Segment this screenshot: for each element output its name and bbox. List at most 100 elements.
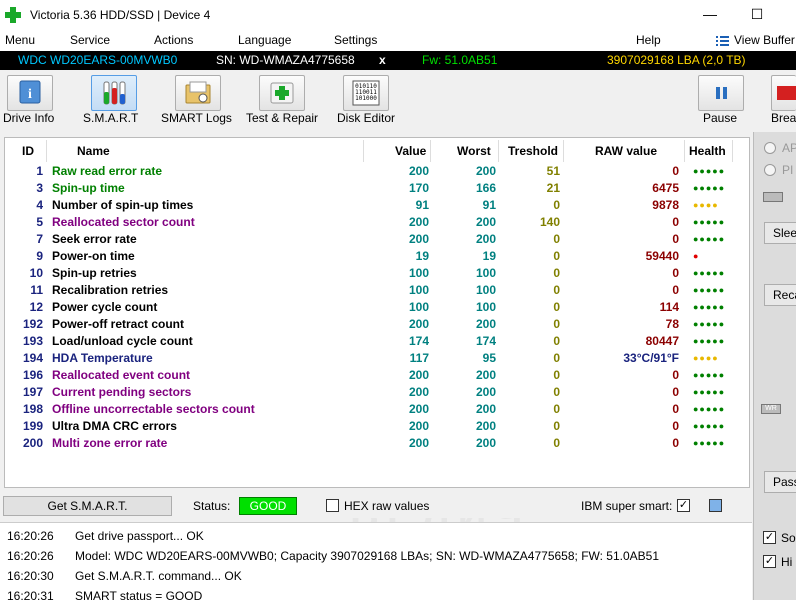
table-row[interactable]: 200 Multi zone error rate 200 200 0 0 ●●●●● xyxy=(5,435,749,452)
passport-button[interactable]: Pass xyxy=(764,471,796,493)
maximize-button[interactable]: ☐ xyxy=(737,3,777,27)
attr-id: 193 xyxy=(22,334,43,348)
table-row[interactable]: 5 Reallocated sector count 200 200 140 0 ●●●●● xyxy=(5,214,749,231)
close-device-button[interactable]: x xyxy=(379,53,386,67)
attr-health: ●●●●● xyxy=(693,166,726,176)
table-row[interactable]: 198 Offline uncorrectable sectors count 20… xyxy=(5,401,749,418)
drive-info-bar: WDC WD20EARS-00MVWB0 SN: WD-WMAZA4775658… xyxy=(0,51,796,70)
menu-item-help[interactable]: Help xyxy=(636,33,661,47)
table-row[interactable]: 194 HDA Temperature 117 95 0 33°C/91°F ●●●● xyxy=(5,350,749,367)
smart-logs-button[interactable] xyxy=(175,75,221,111)
sound-checkbox[interactable]: ✓ xyxy=(763,531,776,544)
table-row[interactable]: 199 Ultra DMA CRC errors 200 200 0 0 ●●●●● xyxy=(5,418,749,435)
table-row[interactable]: 193 Load/unload cycle count 174 174 0 80447 ●●… xyxy=(5,333,749,350)
attr-raw: 0 xyxy=(672,385,679,399)
color-swatch-button[interactable] xyxy=(709,499,722,512)
attr-id: 3 xyxy=(36,181,43,195)
attr-threshold: 0 xyxy=(553,249,560,263)
test-repair-button[interactable] xyxy=(259,75,305,111)
recall-button[interactable]: Recall xyxy=(764,284,796,306)
log-panel: 16:20:26 Get drive passport... OK 16:20:2… xyxy=(0,522,752,600)
attr-value: 200 xyxy=(408,419,429,433)
attr-value: 170 xyxy=(408,181,429,195)
status-label: Status: xyxy=(193,499,231,513)
attr-value: 19 xyxy=(415,249,429,263)
table-row[interactable]: 3 Spin-up time 170 166 21 6475 ●●●●● xyxy=(5,180,749,197)
column-header-name[interactable]: Name xyxy=(77,144,110,158)
attr-value: 200 xyxy=(408,385,429,399)
attr-health: ●●●●● xyxy=(693,217,726,227)
attr-id: 1 xyxy=(36,164,43,178)
menu-item-service[interactable]: Service xyxy=(70,33,110,47)
attr-name: Number of spin-up times xyxy=(52,198,194,212)
hints-checkbox[interactable]: ✓ xyxy=(763,555,776,568)
table-row[interactable]: 196 Reallocated event count 200 200 0 0 ●●●●● xyxy=(5,367,749,384)
table-row[interactable]: 12 Power cycle count 100 100 0 114 ●●●●● xyxy=(5,299,749,316)
drive-model[interactable]: WDC WD20EARS-00MVWB0 xyxy=(18,53,177,67)
table-row[interactable]: 192 Power-off retract count 200 200 0 78 ●●●●● xyxy=(5,316,749,333)
disk-editor-button[interactable]: 010110 110011 101000 xyxy=(343,75,389,111)
attr-name: Power-on time xyxy=(52,249,135,263)
attr-id: 5 xyxy=(36,215,43,229)
column-header-id[interactable]: ID xyxy=(22,144,34,158)
table-row[interactable]: 4 Number of spin-up times 91 91 0 9878 ●●●● xyxy=(5,197,749,214)
pi-radio[interactable] xyxy=(764,164,776,176)
attr-threshold: 0 xyxy=(553,300,560,314)
attr-id: 196 xyxy=(22,368,43,382)
column-header-worst[interactable]: Worst xyxy=(457,144,491,158)
table-row[interactable]: 7 Seek error rate 200 200 0 0 ●●●●● xyxy=(5,231,749,248)
table-row[interactable]: 11 Recalibration retries 100 100 0 0 ●●●●● xyxy=(5,282,749,299)
test-tubes-icon xyxy=(103,81,126,105)
column-header-value[interactable]: Value xyxy=(395,144,426,158)
attr-health: ●●●●● xyxy=(693,421,726,431)
attr-value: 100 xyxy=(408,266,429,280)
table-row[interactable]: 1 Raw read error rate 200 200 51 0 ●●●●● xyxy=(5,163,749,180)
table-row[interactable]: 10 Spin-up retries 100 100 0 0 ●●●●● xyxy=(5,265,749,282)
attr-id: 12 xyxy=(29,300,43,314)
attr-value: 200 xyxy=(408,215,429,229)
drive-info-button[interactable]: i xyxy=(7,75,53,111)
attr-raw: 0 xyxy=(672,266,679,280)
column-header-health[interactable]: Health xyxy=(689,144,726,158)
ibm-super-smart-checkbox[interactable]: ✓ xyxy=(677,499,690,512)
column-header-raw[interactable]: RAW value xyxy=(595,144,657,158)
attr-raw: 9878 xyxy=(652,198,679,212)
attr-raw: 59440 xyxy=(645,249,679,263)
attr-threshold: 0 xyxy=(553,266,560,280)
pi-radio-label: PI xyxy=(782,163,794,177)
smart-button[interactable] xyxy=(91,75,137,111)
smart-attributes-table: ID Name Value Worst Treshold RAW value H… xyxy=(4,137,750,584)
get-smart-button[interactable]: Get S.M.A.R.T. xyxy=(3,496,172,516)
ap-radio[interactable] xyxy=(764,142,776,154)
indicator-box xyxy=(763,192,783,202)
attr-health: ●●●●● xyxy=(693,387,726,397)
attr-name: Reallocated event count xyxy=(52,368,191,382)
drive-serial: SN: WD-WMAZA4775658 xyxy=(216,53,355,67)
table-row[interactable]: 197 Current pending sectors 200 200 0 0 ●●●●● xyxy=(5,384,749,401)
menu-item-settings[interactable]: Settings xyxy=(334,33,377,47)
menu-item-menu[interactable]: Menu xyxy=(5,33,35,47)
menu-item-actions[interactable]: Actions xyxy=(154,33,193,47)
smart-logs-label: SMART Logs xyxy=(161,111,232,125)
hex-raw-label[interactable]: HEX raw values xyxy=(344,499,429,513)
column-header-threshold[interactable]: Treshold xyxy=(508,144,558,158)
break-button[interactable] xyxy=(771,75,796,111)
sleep-button[interactable]: Sleep xyxy=(764,222,796,244)
view-buffer-button[interactable]: View Buffer xyxy=(734,33,795,47)
attr-health: ●●●●● xyxy=(693,268,726,278)
attr-threshold: 0 xyxy=(553,419,560,433)
attr-worst: 200 xyxy=(475,232,496,246)
drive-lba: 3907029168 LBA (2,0 TB) xyxy=(607,53,746,67)
attr-threshold: 0 xyxy=(553,402,560,416)
attr-health: ●●●●● xyxy=(693,285,726,295)
minimize-button[interactable]: — xyxy=(690,3,730,27)
hex-raw-checkbox[interactable] xyxy=(326,499,339,512)
attr-raw: 0 xyxy=(672,283,679,297)
toolbar: i Drive Info S.M.A.R.T SMART Logs Test &… xyxy=(0,70,796,132)
ibm-super-smart-label: IBM super smart: xyxy=(581,499,673,513)
pause-button[interactable] xyxy=(698,75,744,111)
attr-name: Load/unload cycle count xyxy=(52,334,193,348)
attr-threshold: 0 xyxy=(553,351,560,365)
menu-item-language[interactable]: Language xyxy=(238,33,291,47)
table-row[interactable]: 9 Power-on time 19 19 0 59440 ● xyxy=(5,248,749,265)
